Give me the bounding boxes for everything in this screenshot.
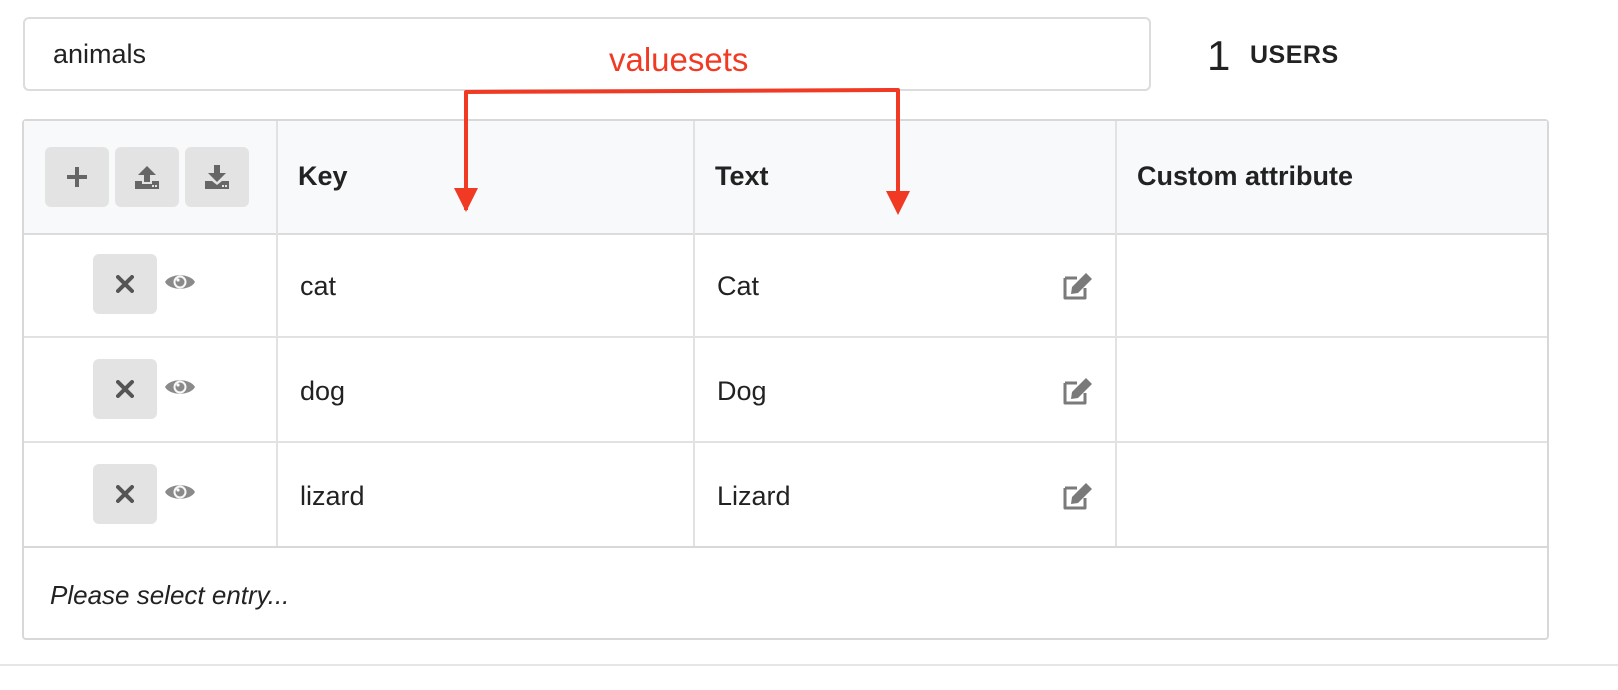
close-icon xyxy=(116,380,134,398)
column-header-custom-attribute[interactable]: Custom attribute xyxy=(1137,159,1353,193)
row-key: cat xyxy=(300,271,337,301)
row-divider xyxy=(24,441,1547,443)
column-divider xyxy=(1115,121,1117,546)
eye-icon[interactable] xyxy=(164,271,196,293)
row-text: Lizard xyxy=(717,481,791,511)
select-entry-placeholder: Please select entry... xyxy=(50,580,290,610)
valueset-table: Key Text Custom attribute cat Cat dog Do… xyxy=(22,119,1549,640)
delete-row-button[interactable] xyxy=(93,464,157,524)
delete-row-button[interactable] xyxy=(93,359,157,419)
row-key: dog xyxy=(300,376,346,406)
row-text: Dog xyxy=(717,376,767,406)
eye-icon[interactable] xyxy=(164,481,196,503)
column-header-text[interactable]: Text xyxy=(715,159,769,193)
add-entry-button[interactable] xyxy=(45,147,109,207)
close-icon xyxy=(116,485,134,503)
download-icon xyxy=(205,165,229,189)
delete-row-button[interactable] xyxy=(93,254,157,314)
column-divider xyxy=(276,121,278,546)
users-label: USERS xyxy=(1250,41,1339,69)
upload-icon xyxy=(135,166,159,189)
row-divider xyxy=(24,546,1547,548)
edit-icon[interactable] xyxy=(1062,481,1094,511)
column-header-key[interactable]: Key xyxy=(298,159,348,193)
edit-icon[interactable] xyxy=(1062,376,1094,406)
plus-icon xyxy=(67,167,87,187)
close-icon xyxy=(116,275,134,293)
page-divider xyxy=(0,664,1618,666)
download-button[interactable] xyxy=(185,147,249,207)
row-divider xyxy=(24,336,1547,338)
upload-button[interactable] xyxy=(115,147,179,207)
users-count: 1 xyxy=(1207,32,1231,79)
valueset-name-input[interactable] xyxy=(23,17,1151,91)
page: 1 USERS xyxy=(0,0,1618,690)
eye-icon[interactable] xyxy=(164,376,196,398)
edit-icon[interactable] xyxy=(1062,271,1094,301)
annotation-label: valuesets xyxy=(609,41,749,78)
column-divider xyxy=(693,121,695,546)
row-text: Cat xyxy=(717,271,760,301)
row-key: lizard xyxy=(300,481,365,511)
